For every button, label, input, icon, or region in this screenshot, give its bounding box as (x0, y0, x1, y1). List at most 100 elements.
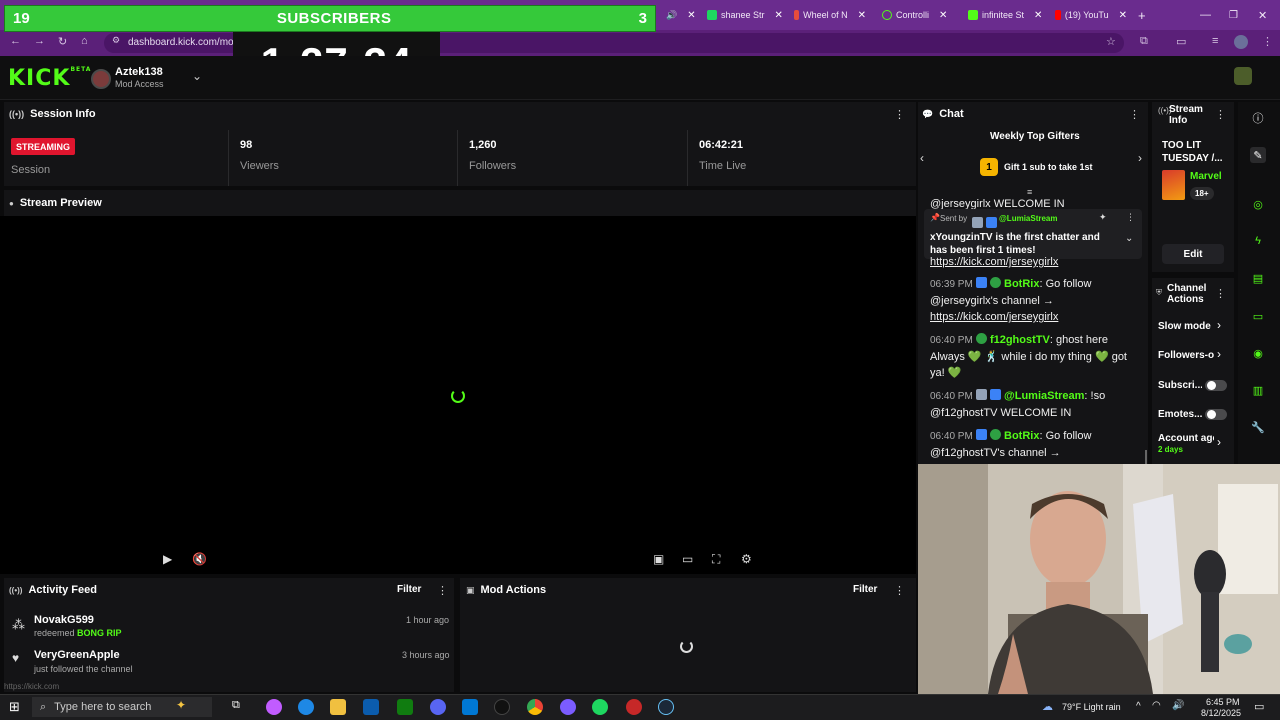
store-icon[interactable] (363, 699, 379, 715)
mod-filter-button[interactable]: Filter (853, 584, 877, 595)
clock-date[interactable]: 8/12/2025 (1201, 708, 1241, 718)
more-options-icon[interactable]: ⋮ (1215, 108, 1226, 121)
chat-link[interactable]: https://kick.com/jerseygirlx (930, 256, 1058, 268)
more-options-icon[interactable]: ⋮ (1129, 108, 1140, 121)
extensions-icon[interactable]: ⧉ (1140, 35, 1148, 48)
chevron-right-icon[interactable]: › (1217, 435, 1221, 449)
more-menu-icon[interactable]: ⋮ (1262, 35, 1273, 48)
xbox-icon[interactable] (397, 699, 413, 715)
wrench-icon[interactable]: 🔧 (1250, 419, 1266, 435)
close-icon[interactable]: ✕ (775, 10, 783, 21)
maximize-button[interactable]: ❐ (1229, 5, 1238, 25)
settings-gear-icon[interactable]: ⚙ (741, 552, 752, 566)
home-icon[interactable]: ⌂ (81, 35, 88, 47)
collections-icon[interactable]: ≡ (1212, 35, 1218, 47)
chat-icon[interactable]: ▭ (1250, 308, 1266, 324)
task-view-icon[interactable]: ⧉ (232, 699, 248, 715)
site-info-icon[interactable]: ⚙ (112, 35, 120, 46)
close-icon[interactable]: ✕ (687, 10, 695, 21)
message-user[interactable]: f12ghostTV (990, 334, 1050, 346)
more-options-icon[interactable]: ⋮ (1215, 287, 1226, 300)
clock-time[interactable]: 6:45 PM (1206, 697, 1240, 707)
close-icon[interactable]: ✕ (939, 10, 947, 21)
tab-5[interactable]: (19) YouTu ✕ (1055, 5, 1127, 25)
wifi-icon[interactable]: ◠ (1152, 700, 1161, 711)
pip-icon[interactable]: ▣ (653, 552, 664, 566)
more-options-icon[interactable]: ⋮ (437, 584, 448, 597)
split-screen-icon[interactable]: ▭ (1176, 35, 1186, 48)
message-user[interactable]: BotRix (1004, 430, 1039, 442)
chrome-icon[interactable] (527, 699, 543, 715)
bookmark-star-icon[interactable]: ☆ (1106, 35, 1116, 48)
collapse-icon[interactable]: ≡ (1027, 187, 1032, 197)
weather-text[interactable]: 79°F Light rain (1062, 702, 1121, 712)
chevron-down-icon[interactable]: ⌄ (1125, 233, 1133, 244)
activity-filter-button[interactable]: Filter (397, 584, 421, 595)
tab-audio-controls[interactable]: 🔊 ✕ (666, 5, 696, 25)
tab-3[interactable]: Controlli ✕ (882, 5, 962, 25)
message-link[interactable]: https://kick.com/jerseygirlx (930, 311, 1058, 323)
more-options-icon[interactable]: ⋮ (894, 584, 905, 597)
pin-toggle-icon[interactable]: ✦ (1099, 212, 1107, 223)
chevron-right-icon[interactable]: › (1217, 347, 1221, 361)
slow-mode-row[interactable]: Slow mode (1158, 321, 1214, 332)
tab-4[interactable]: infinitee St ✕ (968, 5, 1050, 25)
message-user[interactable]: @LumiaStream (1004, 390, 1084, 402)
account-age-row[interactable]: Account age (1158, 433, 1214, 444)
fullscreen-icon[interactable]: ⛶ (712, 552, 720, 567)
forward-icon[interactable]: → (34, 35, 45, 47)
minimize-button[interactable]: — (1200, 5, 1211, 25)
chevron-down-icon[interactable]: ⌄ (192, 69, 202, 83)
obs-icon[interactable] (626, 699, 642, 715)
category-thumbnail[interactable] (1162, 170, 1185, 200)
tray-overflow-icon[interactable]: ^ (1136, 701, 1141, 712)
mute-icon[interactable]: 🔇 (192, 552, 207, 566)
chevron-right-icon[interactable]: › (1138, 151, 1142, 165)
edit-pencil-icon[interactable]: ✎ (1250, 147, 1266, 163)
category-name[interactable]: Marvel (1190, 171, 1222, 182)
close-icon[interactable]: ✕ (1034, 10, 1042, 21)
tab-2[interactable]: Wheel of N ✕ (794, 5, 866, 25)
message-user[interactable]: BotRix (1004, 278, 1039, 290)
user-avatar[interactable] (91, 69, 111, 89)
kick-logo[interactable]: KICKBETA (8, 66, 91, 91)
activity-user[interactable]: VeryGreenApple (34, 649, 120, 661)
close-icon[interactable]: ✕ (858, 10, 866, 21)
windows-start-icon[interactable]: ⊞ (9, 699, 20, 715)
copilot-icon[interactable] (266, 699, 282, 715)
followers-only-row[interactable]: Followers-o (1158, 350, 1214, 361)
close-icon[interactable]: ✕ (1119, 10, 1127, 21)
edge-icon[interactable] (298, 699, 314, 715)
spotify-icon[interactable] (592, 699, 608, 715)
subscribers-only-toggle[interactable] (1205, 380, 1227, 391)
target-icon[interactable]: ◎ (1250, 196, 1266, 212)
gifters-prompt[interactable]: Gift 1 sub to take 1st (1004, 162, 1093, 172)
reload-icon[interactable]: ↻ (58, 35, 67, 48)
emotes-only-toggle[interactable] (1205, 409, 1227, 420)
app-icon[interactable] (560, 699, 576, 715)
pinned-user[interactable]: @LumiaStream (999, 214, 1057, 223)
chevron-right-icon[interactable]: › (1217, 318, 1221, 332)
tiktok-icon[interactable] (494, 699, 510, 715)
new-tab-button[interactable]: + (1138, 5, 1146, 25)
discord-icon[interactable] (430, 699, 446, 715)
edit-button[interactable]: Edit (1162, 244, 1224, 264)
clipboard-icon[interactable]: ▤ (1250, 270, 1266, 286)
chat-scrollbar[interactable] (1145, 450, 1147, 464)
username[interactable]: Aztek138 (115, 66, 163, 78)
lightning-icon[interactable]: ϟ (1250, 233, 1266, 249)
back-icon[interactable]: ← (10, 35, 21, 47)
broadcast-icon[interactable]: ◉ (1250, 345, 1266, 361)
more-options-icon[interactable]: ⋮ (894, 108, 905, 121)
close-window-button[interactable]: ✕ (1258, 5, 1267, 25)
theater-mode-icon[interactable]: ▭ (682, 552, 693, 566)
notifications-icon[interactable]: ▭ (1254, 700, 1264, 713)
steam-icon[interactable] (658, 699, 674, 715)
tab-1[interactable]: shanee Str ✕ (707, 5, 787, 25)
outlook-icon[interactable] (462, 699, 478, 715)
more-options-icon[interactable]: ⋮ (1126, 212, 1135, 223)
activity-user[interactable]: NovakG599 (34, 614, 94, 626)
file-explorer-icon[interactable] (330, 699, 346, 715)
profile-avatar[interactable] (1234, 35, 1248, 49)
play-icon[interactable]: ▶ (163, 552, 172, 566)
